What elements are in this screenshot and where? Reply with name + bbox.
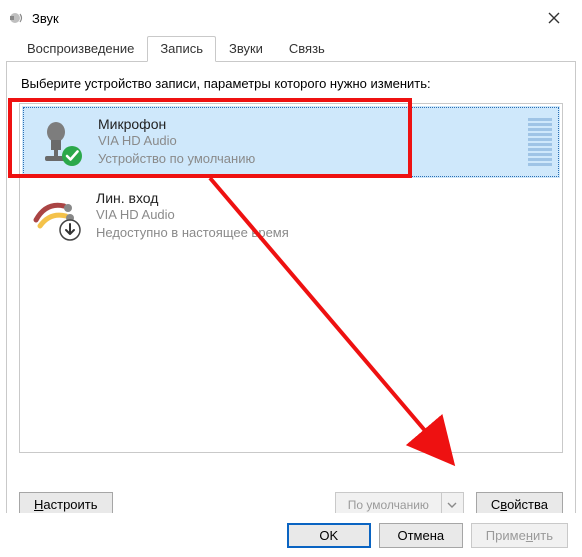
- tab-recording[interactable]: Запись: [147, 36, 216, 62]
- apply-label-rest: ить: [533, 528, 553, 543]
- tab-playback[interactable]: Воспроизведение: [14, 36, 147, 62]
- device-state: Устройство по умолчанию: [98, 150, 528, 168]
- dialog-footer: OK Отмена Применить: [0, 513, 582, 557]
- sound-icon: [8, 9, 26, 27]
- instruction-text: Выберите устройство записи, параметры ко…: [21, 76, 563, 91]
- ok-button[interactable]: OK: [287, 523, 371, 548]
- device-row-line-in[interactable]: Лин. вход VIA HD Audio Недоступно в наст…: [20, 180, 562, 252]
- device-text: Микрофон VIA HD Audio Устройство по умол…: [98, 116, 528, 167]
- device-text: Лин. вход VIA HD Audio Недоступно в наст…: [96, 190, 554, 241]
- tab-panel: Выберите устройство записи, параметры ко…: [6, 62, 576, 532]
- configure-label-rest: астроить: [43, 497, 97, 512]
- level-meter: [528, 114, 552, 170]
- properties-label-rest: ойства: [507, 497, 548, 512]
- device-list[interactable]: Микрофон VIA HD Audio Устройство по умол…: [19, 103, 563, 453]
- device-state: Недоступно в настоящее время: [96, 224, 554, 242]
- microphone-icon: [32, 116, 88, 168]
- apply-button: Применить: [471, 523, 568, 548]
- close-button[interactable]: [534, 4, 574, 32]
- chevron-down-icon: [447, 500, 457, 510]
- tab-communications[interactable]: Связь: [276, 36, 338, 62]
- device-name: Лин. вход: [96, 190, 554, 206]
- window-title: Звук: [32, 11, 59, 26]
- device-driver: VIA HD Audio: [98, 132, 528, 150]
- cancel-button[interactable]: Отмена: [379, 523, 463, 548]
- close-icon: [548, 12, 560, 24]
- device-name: Микрофон: [98, 116, 528, 132]
- line-in-icon: [30, 190, 86, 242]
- tab-sounds[interactable]: Звуки: [216, 36, 276, 62]
- device-driver: VIA HD Audio: [96, 206, 554, 224]
- tab-bar: Воспроизведение Запись Звуки Связь: [0, 36, 582, 62]
- device-row-microphone[interactable]: Микрофон VIA HD Audio Устройство по умол…: [22, 106, 560, 178]
- titlebar: Звук: [0, 0, 582, 36]
